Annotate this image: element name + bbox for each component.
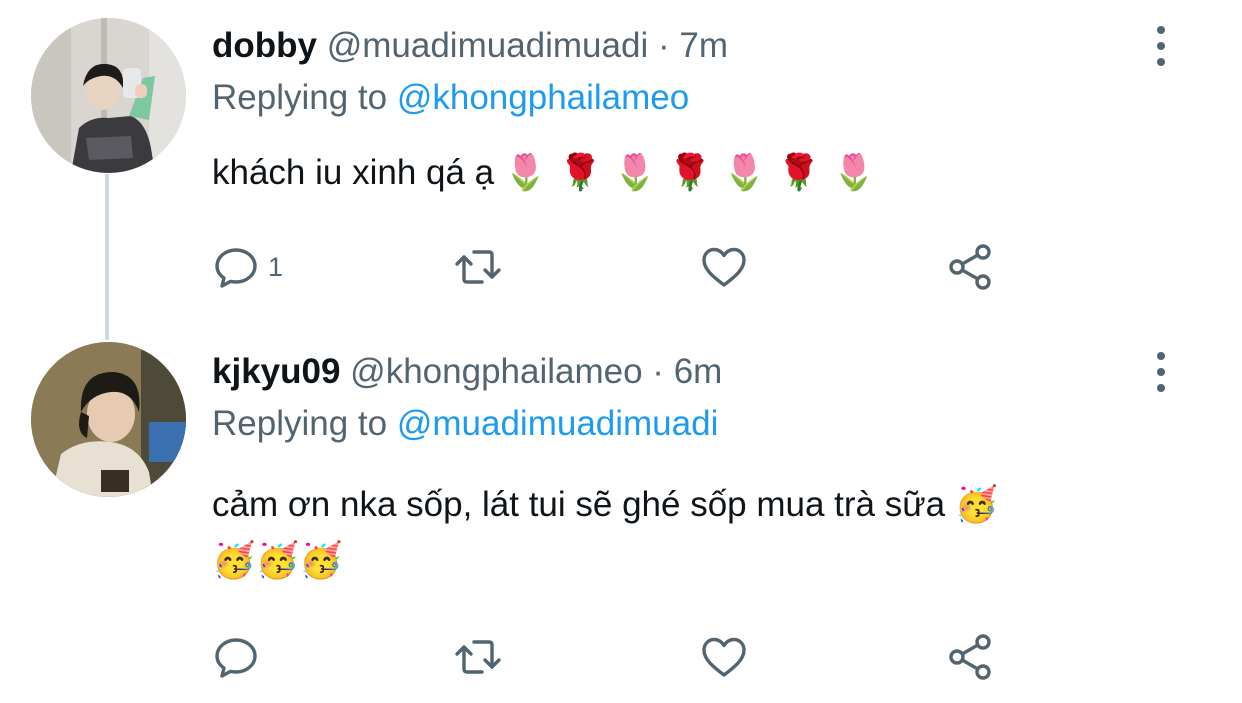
avatar-image <box>31 18 186 173</box>
avatar-image <box>31 342 186 497</box>
tweet-text: khách iu xinh qá ạ 🌷 🌹 🌷 🌹 🌷 🌹 🌷 <box>212 150 876 196</box>
retweet-icon <box>455 640 501 674</box>
more-options-button[interactable] <box>1148 26 1174 66</box>
replying-to-label: Replying to <box>212 78 388 117</box>
avatar[interactable] <box>31 342 186 497</box>
replying-to-mention[interactable]: @khongphailameo <box>397 78 689 117</box>
reply-button[interactable] <box>212 633 268 681</box>
heart-icon <box>702 637 746 677</box>
tweet[interactable]: kjkyu09 @khongphailameo · 6m Replying to… <box>0 340 1242 703</box>
comment-icon <box>215 638 257 678</box>
tweet-actions <box>212 633 1012 681</box>
separator-dot: · <box>657 26 670 65</box>
more-options-button[interactable] <box>1148 352 1174 392</box>
replying-to-line: Replying to @khongphailameo <box>212 76 689 120</box>
party-emojis-line: 🥳🥳🥳 <box>212 541 343 581</box>
tweet-header: kjkyu09 @khongphailameo · 6m <box>212 350 722 394</box>
party-emoji: 🥳 <box>954 485 999 525</box>
tweet-actions: 1 <box>212 243 1012 291</box>
like-button[interactable] <box>700 243 748 291</box>
tweet[interactable]: dobby @muadimuadimuadi · 7m Replying to … <box>0 0 1242 340</box>
tweet-header: dobby @muadimuadimuadi · 7m <box>212 24 728 68</box>
tweet-text-content: khách iu xinh qá ạ <box>212 153 495 192</box>
user-handle[interactable]: @khongphailameo <box>350 352 642 391</box>
tweet-text: cảm ơn nka sốp, lát tui sẽ ghé sốp mua t… <box>212 477 998 589</box>
more-icon <box>1157 26 1165 34</box>
avatar[interactable] <box>31 18 186 173</box>
tweet-text-content: cảm ơn nka sốp, lát tui sẽ ghé sốp mua t… <box>212 485 946 524</box>
comment-icon <box>215 248 257 288</box>
share-button[interactable] <box>946 633 994 681</box>
more-icon <box>1157 352 1165 360</box>
flower-emojis: 🌷 🌹 🌷 🌹 🌷 🌹 🌷 <box>503 153 876 193</box>
tweet-text-line-1: cảm ơn nka sốp, lát tui sẽ ghé sốp mua t… <box>212 477 998 533</box>
reply-button[interactable]: 1 <box>212 243 283 291</box>
retweet-button[interactable] <box>454 243 502 291</box>
display-name[interactable]: dobby <box>212 26 317 65</box>
reply-count: 1 <box>268 251 284 282</box>
share-button[interactable] <box>946 243 994 291</box>
timestamp[interactable]: 6m <box>674 352 723 391</box>
like-button[interactable] <box>700 633 748 681</box>
display-name[interactable]: kjkyu09 <box>212 352 340 391</box>
replying-to-line: Replying to @muadimuadimuadi <box>212 402 718 446</box>
timestamp[interactable]: 7m <box>679 26 728 65</box>
retweet-icon <box>455 250 501 284</box>
replying-to-label: Replying to <box>212 404 388 443</box>
replying-to-mention[interactable]: @muadimuadimuadi <box>397 404 719 443</box>
retweet-button[interactable] <box>454 633 502 681</box>
share-icon <box>949 634 991 680</box>
share-icon <box>949 244 991 290</box>
user-handle[interactable]: @muadimuadimuadi <box>327 26 649 65</box>
heart-icon <box>702 247 746 287</box>
separator-dot: · <box>652 352 664 391</box>
